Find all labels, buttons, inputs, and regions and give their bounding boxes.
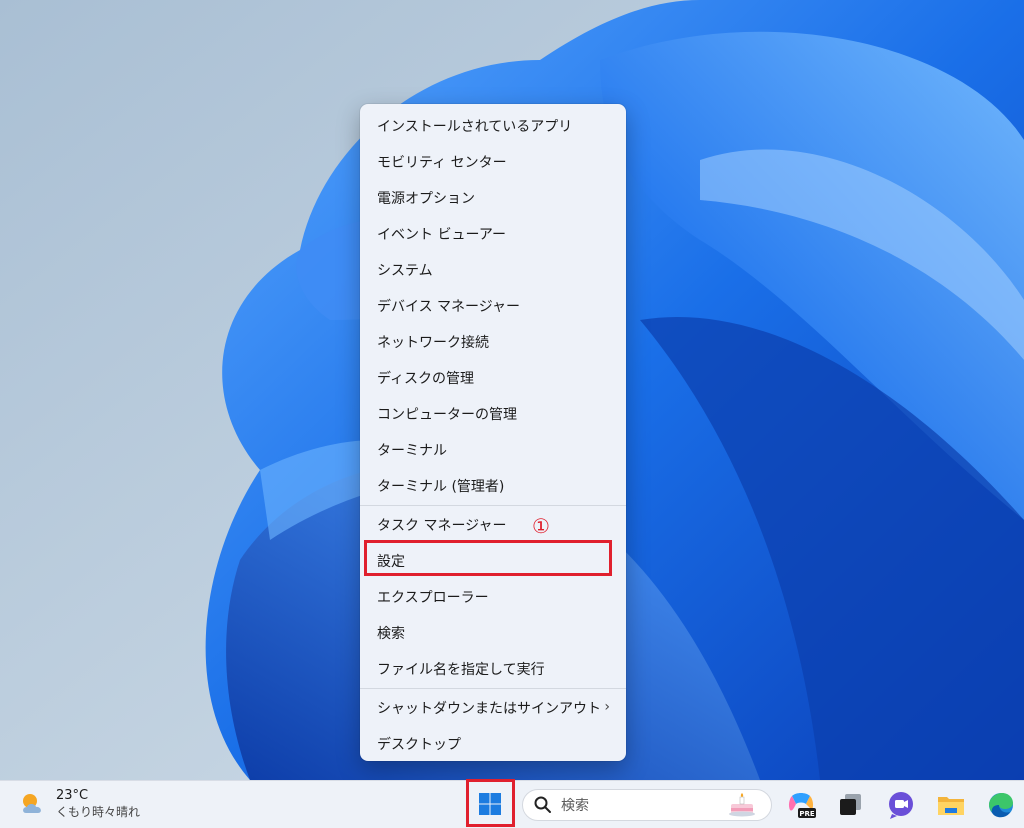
menu-item-desktop[interactable]: デスクトップ	[364, 727, 622, 761]
menu-item-system[interactable]: システム	[364, 253, 622, 287]
menu-item-terminal[interactable]: ターミナル	[364, 433, 622, 467]
menu-item-device-manager[interactable]: デバイス マネージャー	[364, 289, 622, 323]
chevron-right-icon: ›	[604, 699, 610, 715]
menu-item-terminal-admin[interactable]: ターミナル (管理者)	[364, 469, 622, 503]
file-explorer-icon[interactable]	[936, 790, 966, 820]
menu-item-network-connections[interactable]: ネットワーク接続	[364, 325, 622, 359]
menu-item-installed-apps[interactable]: インストールされているアプリ	[364, 109, 622, 143]
menu-item-disk-management[interactable]: ディスクの管理	[364, 361, 622, 395]
menu-separator	[360, 688, 626, 689]
menu-item-shutdown-signout[interactable]: シャットダウンまたはサインアウト ›	[364, 691, 622, 725]
step-marker: ①	[532, 514, 550, 538]
task-view-icon[interactable]	[836, 790, 866, 820]
teams-chat-icon[interactable]	[886, 790, 916, 820]
weather-temperature: 23°C	[56, 788, 89, 803]
partly-cloudy-icon	[23, 794, 41, 813]
menu-item-search[interactable]: 検索	[364, 616, 622, 650]
menu-item-event-viewer[interactable]: イベント ビューアー	[364, 217, 622, 251]
edge-browser-icon[interactable]	[986, 790, 1016, 820]
taskbar-search-box[interactable]: 検索	[522, 789, 772, 821]
search-icon	[534, 796, 551, 813]
start-context-menu: インストールされているアプリ モビリティ センター 電源オプション イベント ビ…	[360, 104, 626, 761]
copilot-pre-icon[interactable]: PRE	[786, 790, 816, 820]
menu-item-label: シャットダウンまたはサインアウト	[377, 701, 601, 717]
svg-text:PRE: PRE	[799, 810, 815, 818]
start-button-highlight-box	[466, 779, 515, 827]
weather-widget[interactable]: 23°C くもり時々晴れ	[18, 788, 140, 820]
cake-search-highlight-icon	[729, 793, 755, 817]
weather-condition: くもり時々晴れ	[56, 805, 141, 819]
menu-item-computer-management[interactable]: コンピューターの管理	[364, 397, 622, 431]
menu-item-task-manager[interactable]: タスク マネージャー	[364, 508, 622, 542]
menu-item-settings[interactable]: 設定	[364, 544, 622, 578]
menu-item-mobility-center[interactable]: モビリティ センター	[364, 145, 622, 179]
menu-item-file-explorer[interactable]: エクスプローラー	[364, 580, 622, 614]
menu-item-run[interactable]: ファイル名を指定して実行	[364, 652, 622, 686]
menu-item-power-options[interactable]: 電源オプション	[364, 181, 622, 215]
search-placeholder: 検索	[561, 798, 589, 814]
menu-separator	[360, 505, 626, 506]
